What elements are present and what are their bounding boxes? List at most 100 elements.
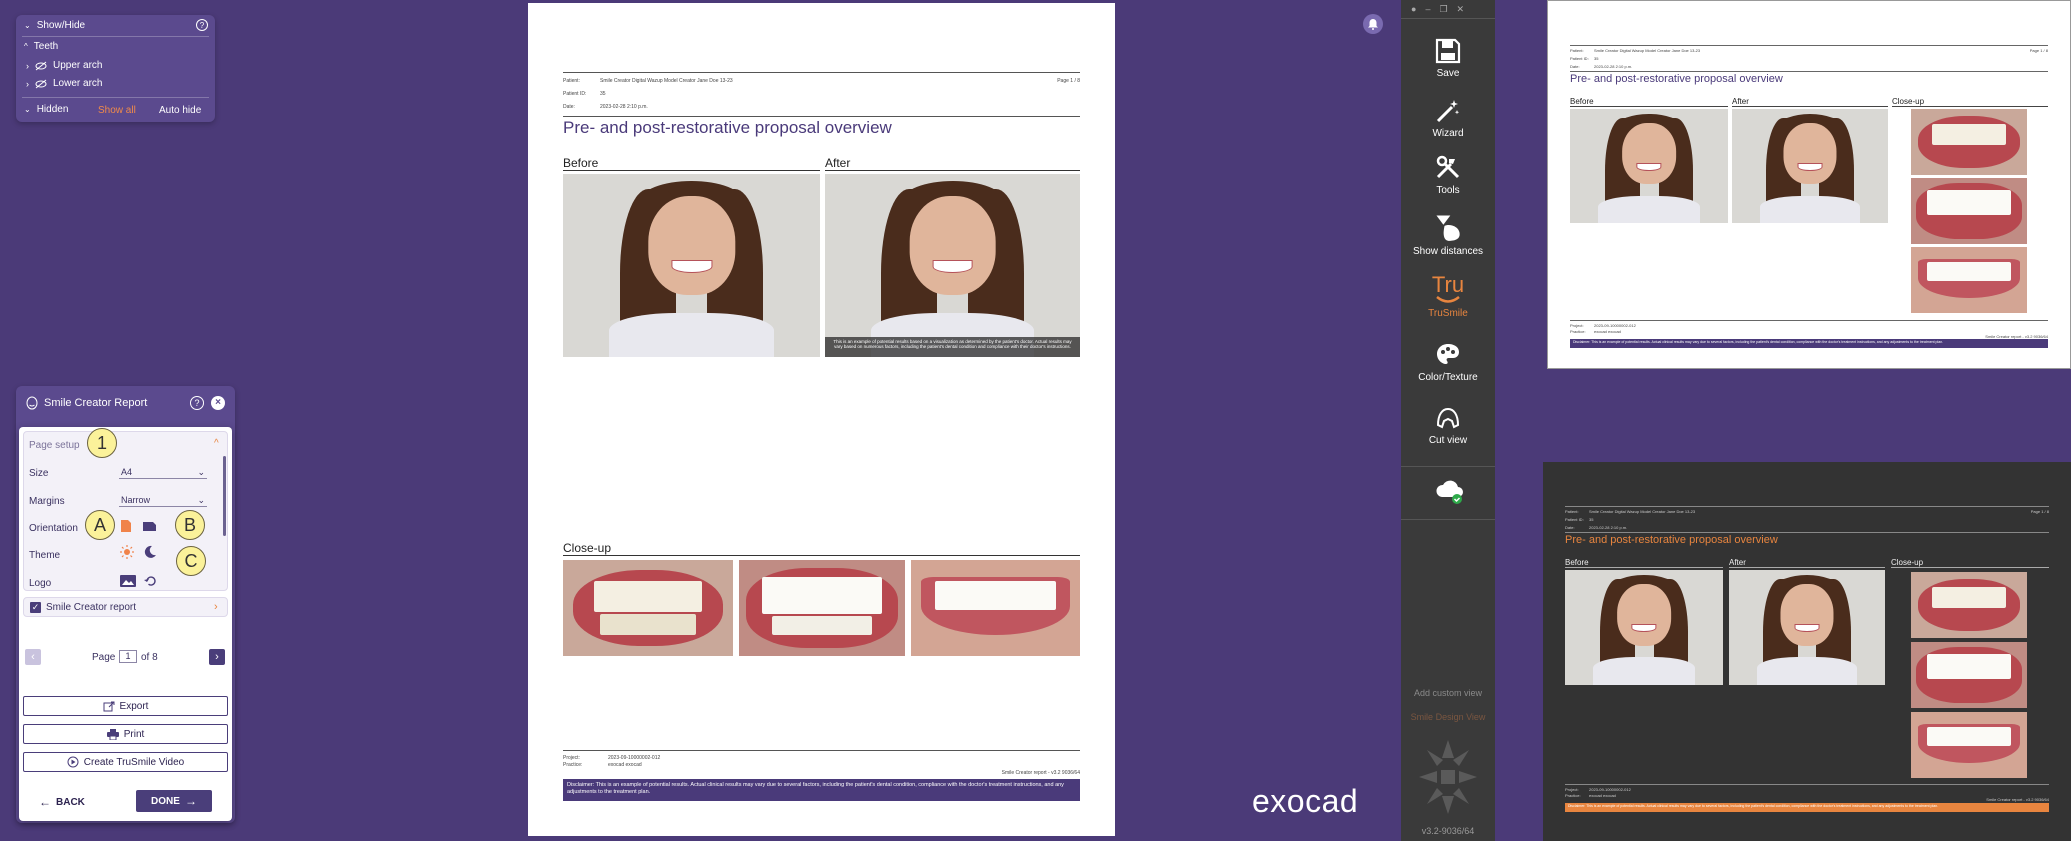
project-label: Project: xyxy=(563,755,580,761)
practice-label: Practice: xyxy=(563,762,583,768)
chevron-down-icon: ⌄ xyxy=(197,494,205,505)
done-label: DONE xyxy=(151,795,180,807)
show-distances-button[interactable]: Show distances xyxy=(1401,212,1495,257)
section-label: Smile Creator report xyxy=(46,602,137,613)
project-value: 2023-09-10000002-012 xyxy=(1594,323,1636,328)
callout-b: B xyxy=(175,510,205,540)
callout-1: 1 xyxy=(87,428,117,458)
create-trusmile-video-button[interactable]: Create TruSmile Video xyxy=(23,752,228,772)
patient-label: Patient: xyxy=(1570,48,1584,53)
eye-off-icon[interactable] xyxy=(35,79,47,89)
wizard-button[interactable]: Wizard xyxy=(1401,98,1495,139)
chevron-right-icon: › xyxy=(26,60,29,71)
page-input[interactable]: 1 xyxy=(119,650,137,663)
teeth-group[interactable]: ^ Teeth xyxy=(24,41,58,52)
back-button[interactable]: ← BACK xyxy=(39,791,85,813)
image-icon[interactable] xyxy=(120,575,136,587)
closeup-photo-1 xyxy=(563,560,733,656)
chevron-right-icon: › xyxy=(214,601,218,613)
back-label: BACK xyxy=(56,796,85,808)
trusmile-label: TruSmile xyxy=(1428,308,1468,319)
close-icon[interactable]: ✕ xyxy=(1457,4,1474,14)
scrollbar[interactable] xyxy=(223,456,226,536)
reset-icon[interactable] xyxy=(144,575,158,587)
show-distances-label: Show distances xyxy=(1412,246,1484,257)
trusmile-button[interactable]: Tru TruSmile xyxy=(1401,274,1495,320)
smile-creator-report-panel: Smile Creator Report ? × Page setup ^ Si… xyxy=(16,386,235,823)
practice-value: exocad exocad xyxy=(608,762,642,768)
closeup-photo-2 xyxy=(1911,178,2027,244)
document-title: Pre- and post-restorative proposal overv… xyxy=(1570,73,1783,85)
window-controls: ●–❐✕ xyxy=(1411,4,1473,15)
done-button[interactable]: DONE → xyxy=(136,790,212,812)
trusmile-icon: Tru xyxy=(1401,274,1495,296)
minimize-icon[interactable]: – xyxy=(1425,4,1439,14)
show-all-button[interactable]: Show all xyxy=(98,105,136,116)
chevron-up-icon[interactable]: ^ xyxy=(214,438,219,449)
palette-icon xyxy=(1437,344,1459,364)
size-select[interactable]: A4 ⌄ xyxy=(119,466,207,479)
margins-select[interactable]: Narrow ⌄ xyxy=(119,494,207,507)
exocad-logo: exocad xyxy=(1252,783,1359,819)
face-icon xyxy=(26,396,38,410)
smile-design-view-button[interactable]: Smile Design View xyxy=(1401,712,1495,722)
page-setup-title[interactable]: Page setup xyxy=(29,440,80,451)
bell-icon[interactable] xyxy=(1363,14,1383,34)
restore-icon[interactable]: ❐ xyxy=(1439,4,1456,14)
practice-value: exocad exocad xyxy=(1589,793,1616,798)
date-label: Date: xyxy=(1565,525,1575,530)
after-photo: This is an example of potential results … xyxy=(825,174,1080,357)
after-photo xyxy=(1729,570,1885,685)
wizard-label: Wizard xyxy=(1432,128,1464,139)
closeup-heading: Close-up xyxy=(1891,558,1924,567)
moon-icon[interactable] xyxy=(143,545,157,559)
before-heading: Before xyxy=(1570,97,1594,106)
eye-off-icon[interactable] xyxy=(35,61,47,71)
color-texture-button[interactable]: Color/Texture xyxy=(1401,342,1495,383)
portrait-icon[interactable] xyxy=(120,519,132,533)
callout-a: A xyxy=(85,510,115,540)
show-hide-header[interactable]: ⌄ Show/Hide xyxy=(24,20,85,31)
help-icon[interactable]: ? xyxy=(196,19,208,31)
cut-view-icon xyxy=(1436,407,1460,429)
print-button[interactable]: Print xyxy=(23,724,228,744)
date-label: Date: xyxy=(1570,64,1580,69)
before-photo xyxy=(563,174,820,357)
project-value: 2023-09-10000002-012 xyxy=(608,755,661,761)
prev-page-button[interactable]: ‹ xyxy=(25,649,41,665)
patient-id-label: Patient ID: xyxy=(1565,517,1584,522)
patient-label: Patient: xyxy=(1565,509,1579,514)
disclaimer-bar: Disclaimer: This is an example of potent… xyxy=(1570,339,2048,348)
auto-hide-button[interactable]: Auto hide xyxy=(159,105,201,116)
smile-creator-report-section[interactable]: ✓ Smile Creator report › xyxy=(23,597,228,617)
add-custom-view-button[interactable]: Add custom view xyxy=(1401,688,1495,698)
help-icon[interactable]: ? xyxy=(190,396,204,410)
after-heading: After xyxy=(825,156,851,170)
color-texture-label: Color/Texture xyxy=(1418,372,1478,383)
user-icon[interactable]: ● xyxy=(1411,4,1425,14)
practice-label: Practice: xyxy=(1570,329,1586,334)
lower-arch-row[interactable]: › Lower arch xyxy=(26,78,102,89)
cut-view-button[interactable]: Cut view xyxy=(1401,405,1495,446)
upper-arch-row[interactable]: › Upper arch xyxy=(26,60,102,71)
next-page-button[interactable]: › xyxy=(209,649,225,665)
logo-label: Logo xyxy=(29,578,52,589)
save-button[interactable]: Save xyxy=(1401,38,1495,79)
tools-button[interactable]: Tools xyxy=(1401,155,1495,196)
export-button[interactable]: Export xyxy=(23,696,228,716)
closeup-photo-1 xyxy=(1911,572,2027,638)
hidden-label: Hidden xyxy=(36,104,69,115)
teeth-label: Teeth xyxy=(33,41,59,52)
report-page-preview[interactable]: Patient: Smile Creator Digital Wazup Mod… xyxy=(528,3,1115,836)
cut-view-label: Cut view xyxy=(1428,435,1468,446)
close-icon[interactable]: × xyxy=(211,396,225,410)
landscape-icon[interactable] xyxy=(142,521,157,532)
cloud-button[interactable] xyxy=(1435,479,1465,510)
hidden-row[interactable]: ⌄ Hidden xyxy=(24,104,68,115)
tools-label: Tools xyxy=(1436,185,1460,196)
version-label: v3.2-9036/64 xyxy=(1421,826,1475,836)
checkbox-icon[interactable]: ✓ xyxy=(30,602,41,613)
document-title: Pre- and post-restorative proposal overv… xyxy=(1565,534,1778,546)
sun-icon[interactable] xyxy=(120,545,134,559)
arrow-right-icon: → xyxy=(184,794,197,808)
